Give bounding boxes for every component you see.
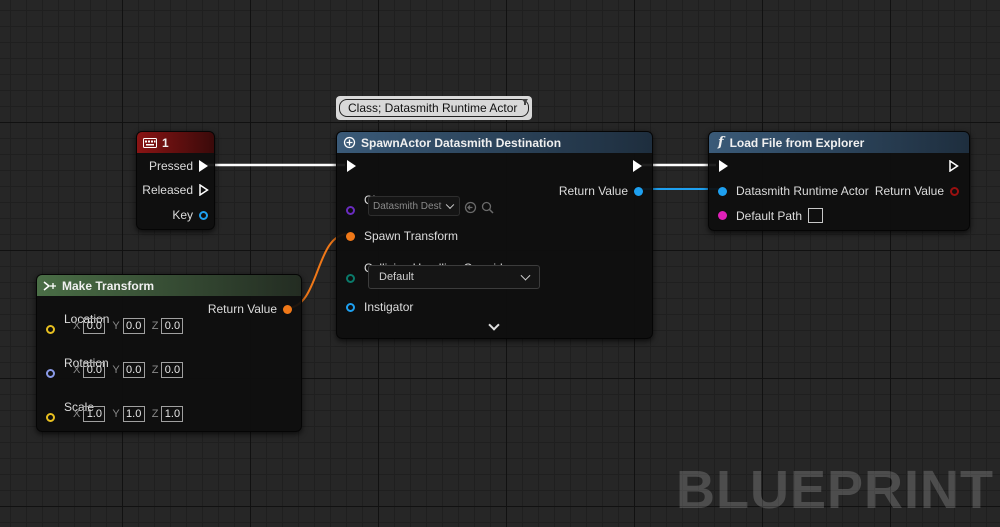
rotation-x-input[interactable]: 0.0 [83,362,106,378]
axis-x-label: X [73,408,81,420]
location-x-input[interactable]: 0.0 [83,318,106,334]
exec-out-released-icon[interactable] [199,184,209,196]
pin-pressed-label: Pressed [148,159,193,173]
transform-pin-icon[interactable] [283,304,292,314]
rotation-z-input[interactable]: 0.0 [161,362,184,378]
pin-datasmith-actor-label: Datasmith Runtime Actor [736,184,869,198]
key-pin-icon[interactable] [199,210,208,220]
pin-spawn-return-label: Return Value [558,184,628,198]
spawn-actor-title: SpawnActor Datasmith Destination [361,135,562,150]
scale-z-input[interactable]: 1.0 [161,406,184,422]
vector-pin-icon[interactable] [46,325,55,334]
spawn-actor-header[interactable]: SpawnActor Datasmith Destination [337,132,652,153]
pin-datasmith-actor[interactable]: Datasmith Runtime Actor [718,184,869,198]
load-file-header[interactable]: f Load File from Explorer [709,132,969,153]
exec-out-pressed-icon[interactable] [199,160,208,172]
spawn-icon [343,136,356,149]
make-transform-header[interactable]: Make Transform [37,275,301,296]
default-path-input[interactable] [808,208,824,223]
pin-pressed[interactable]: Pressed [137,159,208,173]
pin-icon[interactable] [520,98,530,108]
pin-transform-return-label: Return Value [207,302,277,316]
axis-x-label: X [73,320,81,332]
pin-instigator-label: Instigator [364,300,414,314]
axis-x-label: X [73,364,81,376]
transform-pin-icon[interactable] [346,231,355,241]
class-select[interactable]: Datasmith Dest [368,196,460,216]
object-pin-icon[interactable] [346,302,355,312]
location-values: X 0.0 Y 0.0 Z 0.0 [73,318,184,334]
blueprint-watermark: BLUEPRINT [676,460,994,520]
make-transform-node[interactable]: Make Transform Return Value Location X 0.… [36,274,302,432]
pin-load-return-label: Return Value [874,184,944,198]
rotation-values: X 0.0 Y 0.0 Z 0.0 [73,362,184,378]
exec-in-spawn-icon[interactable] [347,160,356,172]
pin-key[interactable]: Key [137,208,208,222]
exec-out-spawn-icon[interactable] [633,160,642,172]
function-icon: f [718,135,724,150]
make-transform-title: Make Transform [62,278,155,293]
enum-pin-icon[interactable] [346,274,355,283]
scale-values: X 1.0 Y 1.0 Z 1.0 [73,406,184,422]
use-selected-icon[interactable] [464,201,477,214]
axis-y-label: Y [112,320,120,332]
rotator-pin-icon[interactable] [46,369,55,378]
axis-y-label: Y [112,364,120,376]
key-event-title: 1 [162,135,169,150]
object-pin-icon[interactable] [718,186,727,196]
location-z-input[interactable]: 0.0 [161,318,184,334]
expand-chevron-icon[interactable] [488,319,500,331]
location-y-input[interactable]: 0.0 [122,318,145,334]
spawn-actor-node[interactable]: SpawnActor Datasmith Destination Class D… [336,131,653,339]
axis-z-label: Z [151,408,159,420]
collision-select[interactable]: Default [368,265,540,289]
axis-z-label: Z [151,364,159,376]
pin-default-path-label: Default Path [736,208,803,223]
comment-bubble[interactable]: Class; Datasmith Runtime Actor [336,96,532,120]
browse-search-icon[interactable] [481,201,494,214]
pin-spawn-return[interactable]: Return Value [497,184,643,198]
pin-spawn-transform-label: Spawn Transform [364,229,459,243]
chevron-down-icon [520,270,531,281]
scale-x-input[interactable]: 1.0 [83,406,106,422]
axis-y-label: Y [112,408,120,420]
scale-y-input[interactable]: 1.0 [122,406,145,422]
exec-out-load-icon[interactable] [949,160,959,172]
pin-spawn-transform[interactable]: Spawn Transform [346,229,458,243]
pin-load-return[interactable]: Return Value [869,184,959,198]
collision-select-value: Default [379,271,414,283]
comment-text: Class; Datasmith Runtime Actor [339,99,529,117]
pin-instigator[interactable]: Instigator [346,300,413,314]
pin-released[interactable]: Released [137,183,209,197]
bool-pin-icon[interactable] [950,186,959,196]
key-event-header[interactable]: 1 [137,132,214,153]
key-event-node[interactable]: 1 Pressed Released Key [136,131,215,230]
exec-in-load-icon[interactable] [719,160,728,172]
load-file-title: Load File from Explorer [729,135,865,150]
vector-pin-icon[interactable] [46,413,55,422]
pin-released-label: Released [142,183,193,197]
rotation-y-input[interactable]: 0.0 [122,362,145,378]
class-select-value: Datasmith Dest [373,200,442,212]
class-pin-icon[interactable] [346,206,355,215]
keyboard-icon [143,137,157,148]
pin-key-label: Key [172,208,193,222]
pin-transform-return[interactable]: Return Value [177,302,292,316]
pure-function-icon [43,280,56,291]
load-file-node[interactable]: f Load File from Explorer Datasmith Runt… [708,131,970,231]
axis-z-label: Z [151,320,159,332]
pin-default-path[interactable]: Default Path [718,208,824,223]
object-pin-icon[interactable] [634,186,643,196]
chevron-down-icon [445,200,455,210]
string-pin-icon[interactable] [718,211,727,220]
